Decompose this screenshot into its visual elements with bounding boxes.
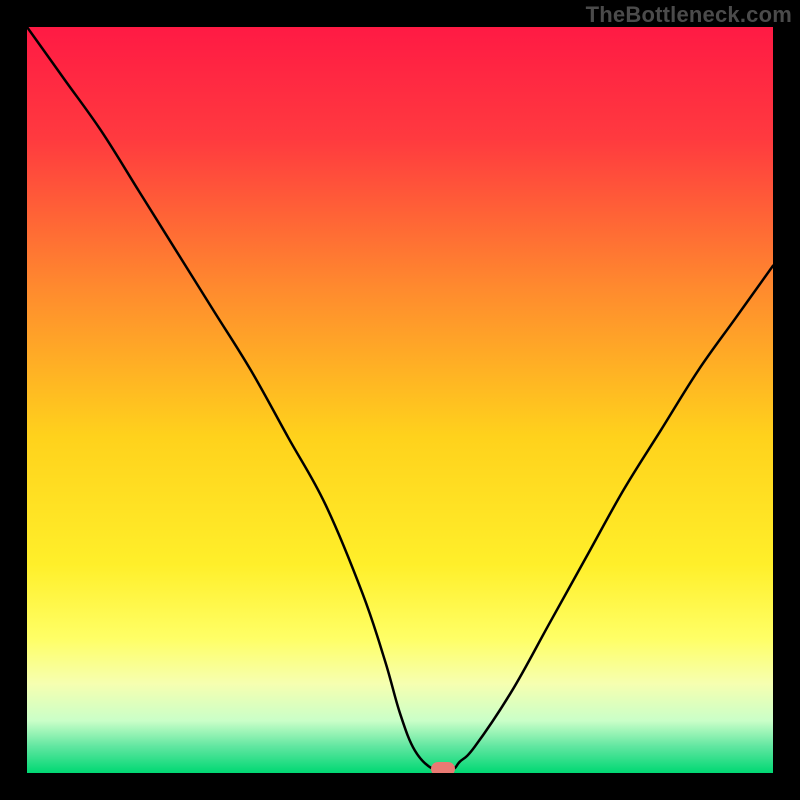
plot-area [27, 27, 773, 773]
bottleneck-marker [431, 762, 455, 773]
watermark-text: TheBottleneck.com [586, 2, 792, 28]
chart-container: TheBottleneck.com [0, 0, 800, 800]
bottleneck-curve [27, 27, 773, 773]
